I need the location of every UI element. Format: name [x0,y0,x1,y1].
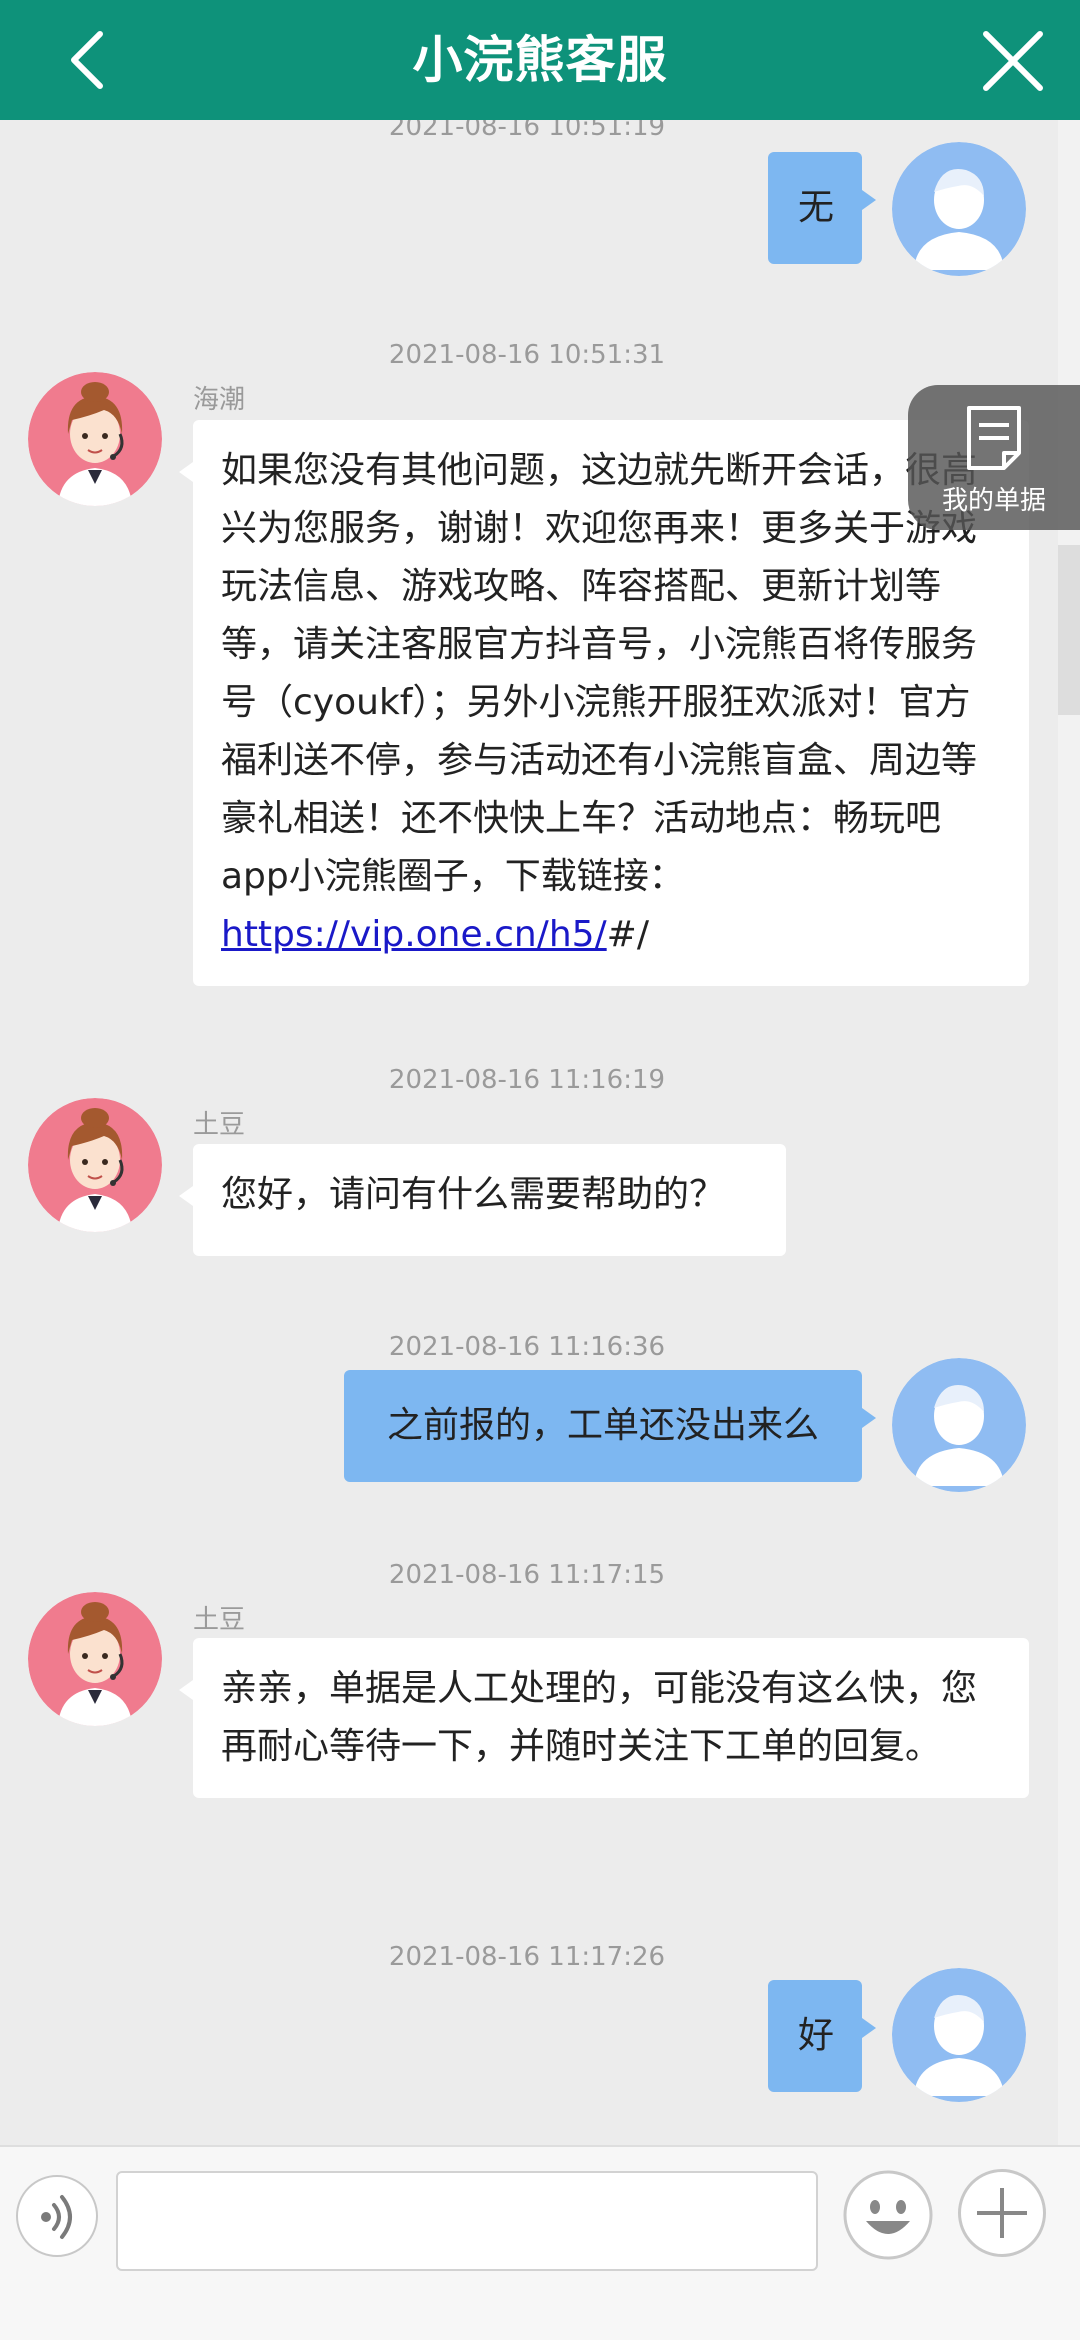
user-message-bubble[interactable]: 好 [768,1980,876,2092]
message-timestamp: 2021-08-16 11:16:36 [388,1332,666,1362]
agent-name: 土豆 [193,1605,246,1635]
agent-name: 土豆 [193,1110,246,1140]
message-text-tail: #/ [606,914,649,955]
agent-avatar [28,1592,162,1726]
agent-message-bubble: 亲亲，单据是人工处理的，可能没有这么快，您再耐心等待一下，并随时关注下工单的回复… [179,1638,1029,1798]
message-input[interactable] [116,2171,818,2271]
message-timestamp: 2021-08-16 10:51:19 [388,120,666,142]
document-icon [966,405,1022,475]
user-avatar [892,1358,1026,1492]
my-tickets-label: 我的单据 [941,486,1046,516]
agent-name: 海潮 [193,385,246,415]
plus-icon[interactable] [958,2169,1046,2257]
input-bar [0,2145,1080,2340]
title-bar: 小浣熊客服 [0,0,1080,120]
agent-message-bubble: 您好，请问有什么需要帮助的？ [179,1144,786,1256]
download-link[interactable]: https://vip.one.cn/h5/ [221,914,607,955]
agent-avatar [28,372,162,506]
emoji-icon[interactable] [842,2169,934,2261]
message-timestamp: 2021-08-16 11:17:26 [388,1942,666,1972]
my-tickets-button[interactable]: 我的单据 [908,385,1080,530]
message-timestamp: 2021-08-16 11:17:15 [388,1560,666,1590]
page-title: 小浣熊客服 [412,31,668,89]
message-text: 如果您没有其他问题，这边就先断开会话，很高兴为您服务，谢谢！欢迎您再来！更多关于… [221,450,978,897]
close-icon[interactable] [982,30,1044,92]
user-message-bubble[interactable]: 之前报的，工单还没出来么 [344,1370,876,1482]
voice-input-icon[interactable] [16,2175,98,2257]
agent-message-bubble: 如果您没有其他问题，这边就先断开会话，很高兴为您服务，谢谢！欢迎您再来！更多关于… [179,420,1029,986]
user-message-bubble[interactable]: 无 [768,152,876,264]
message-timestamp: 2021-08-16 10:51:31 [388,340,666,370]
agent-avatar [28,1098,162,1232]
message-timestamp: 2021-08-16 11:16:19 [388,1065,666,1095]
user-avatar [892,142,1026,276]
scrollbar-thumb[interactable] [1058,545,1080,715]
user-avatar [892,1968,1026,2102]
